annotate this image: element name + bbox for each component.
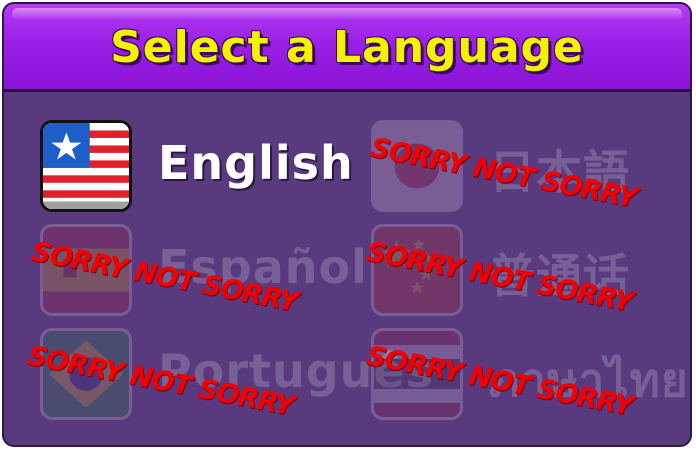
language-option-spanish[interactable]: Español SORRY NOT SORRY xyxy=(29,224,367,319)
language-option-japanese[interactable]: 日本語 SORRY NOT SORRY xyxy=(368,120,690,215)
language-label: English xyxy=(158,136,354,190)
dialog-title: Select a Language xyxy=(110,22,584,73)
language-option-thai[interactable]: ภาษาไทย SORRY NOT SORRY xyxy=(364,328,690,423)
language-option-english[interactable]: English xyxy=(40,120,365,215)
language-option-chinese[interactable]: 普通话 SORRY NOT SORRY xyxy=(364,224,690,319)
language-option-portuguese[interactable]: Português SORRY NOT SORRY xyxy=(25,328,433,423)
language-select-dialog: Select a Language English 日本語 SORRY NOT … xyxy=(2,2,692,447)
header-shine xyxy=(12,8,682,20)
us-flag-icon xyxy=(40,120,132,212)
dialog-header: Select a Language xyxy=(4,4,690,92)
